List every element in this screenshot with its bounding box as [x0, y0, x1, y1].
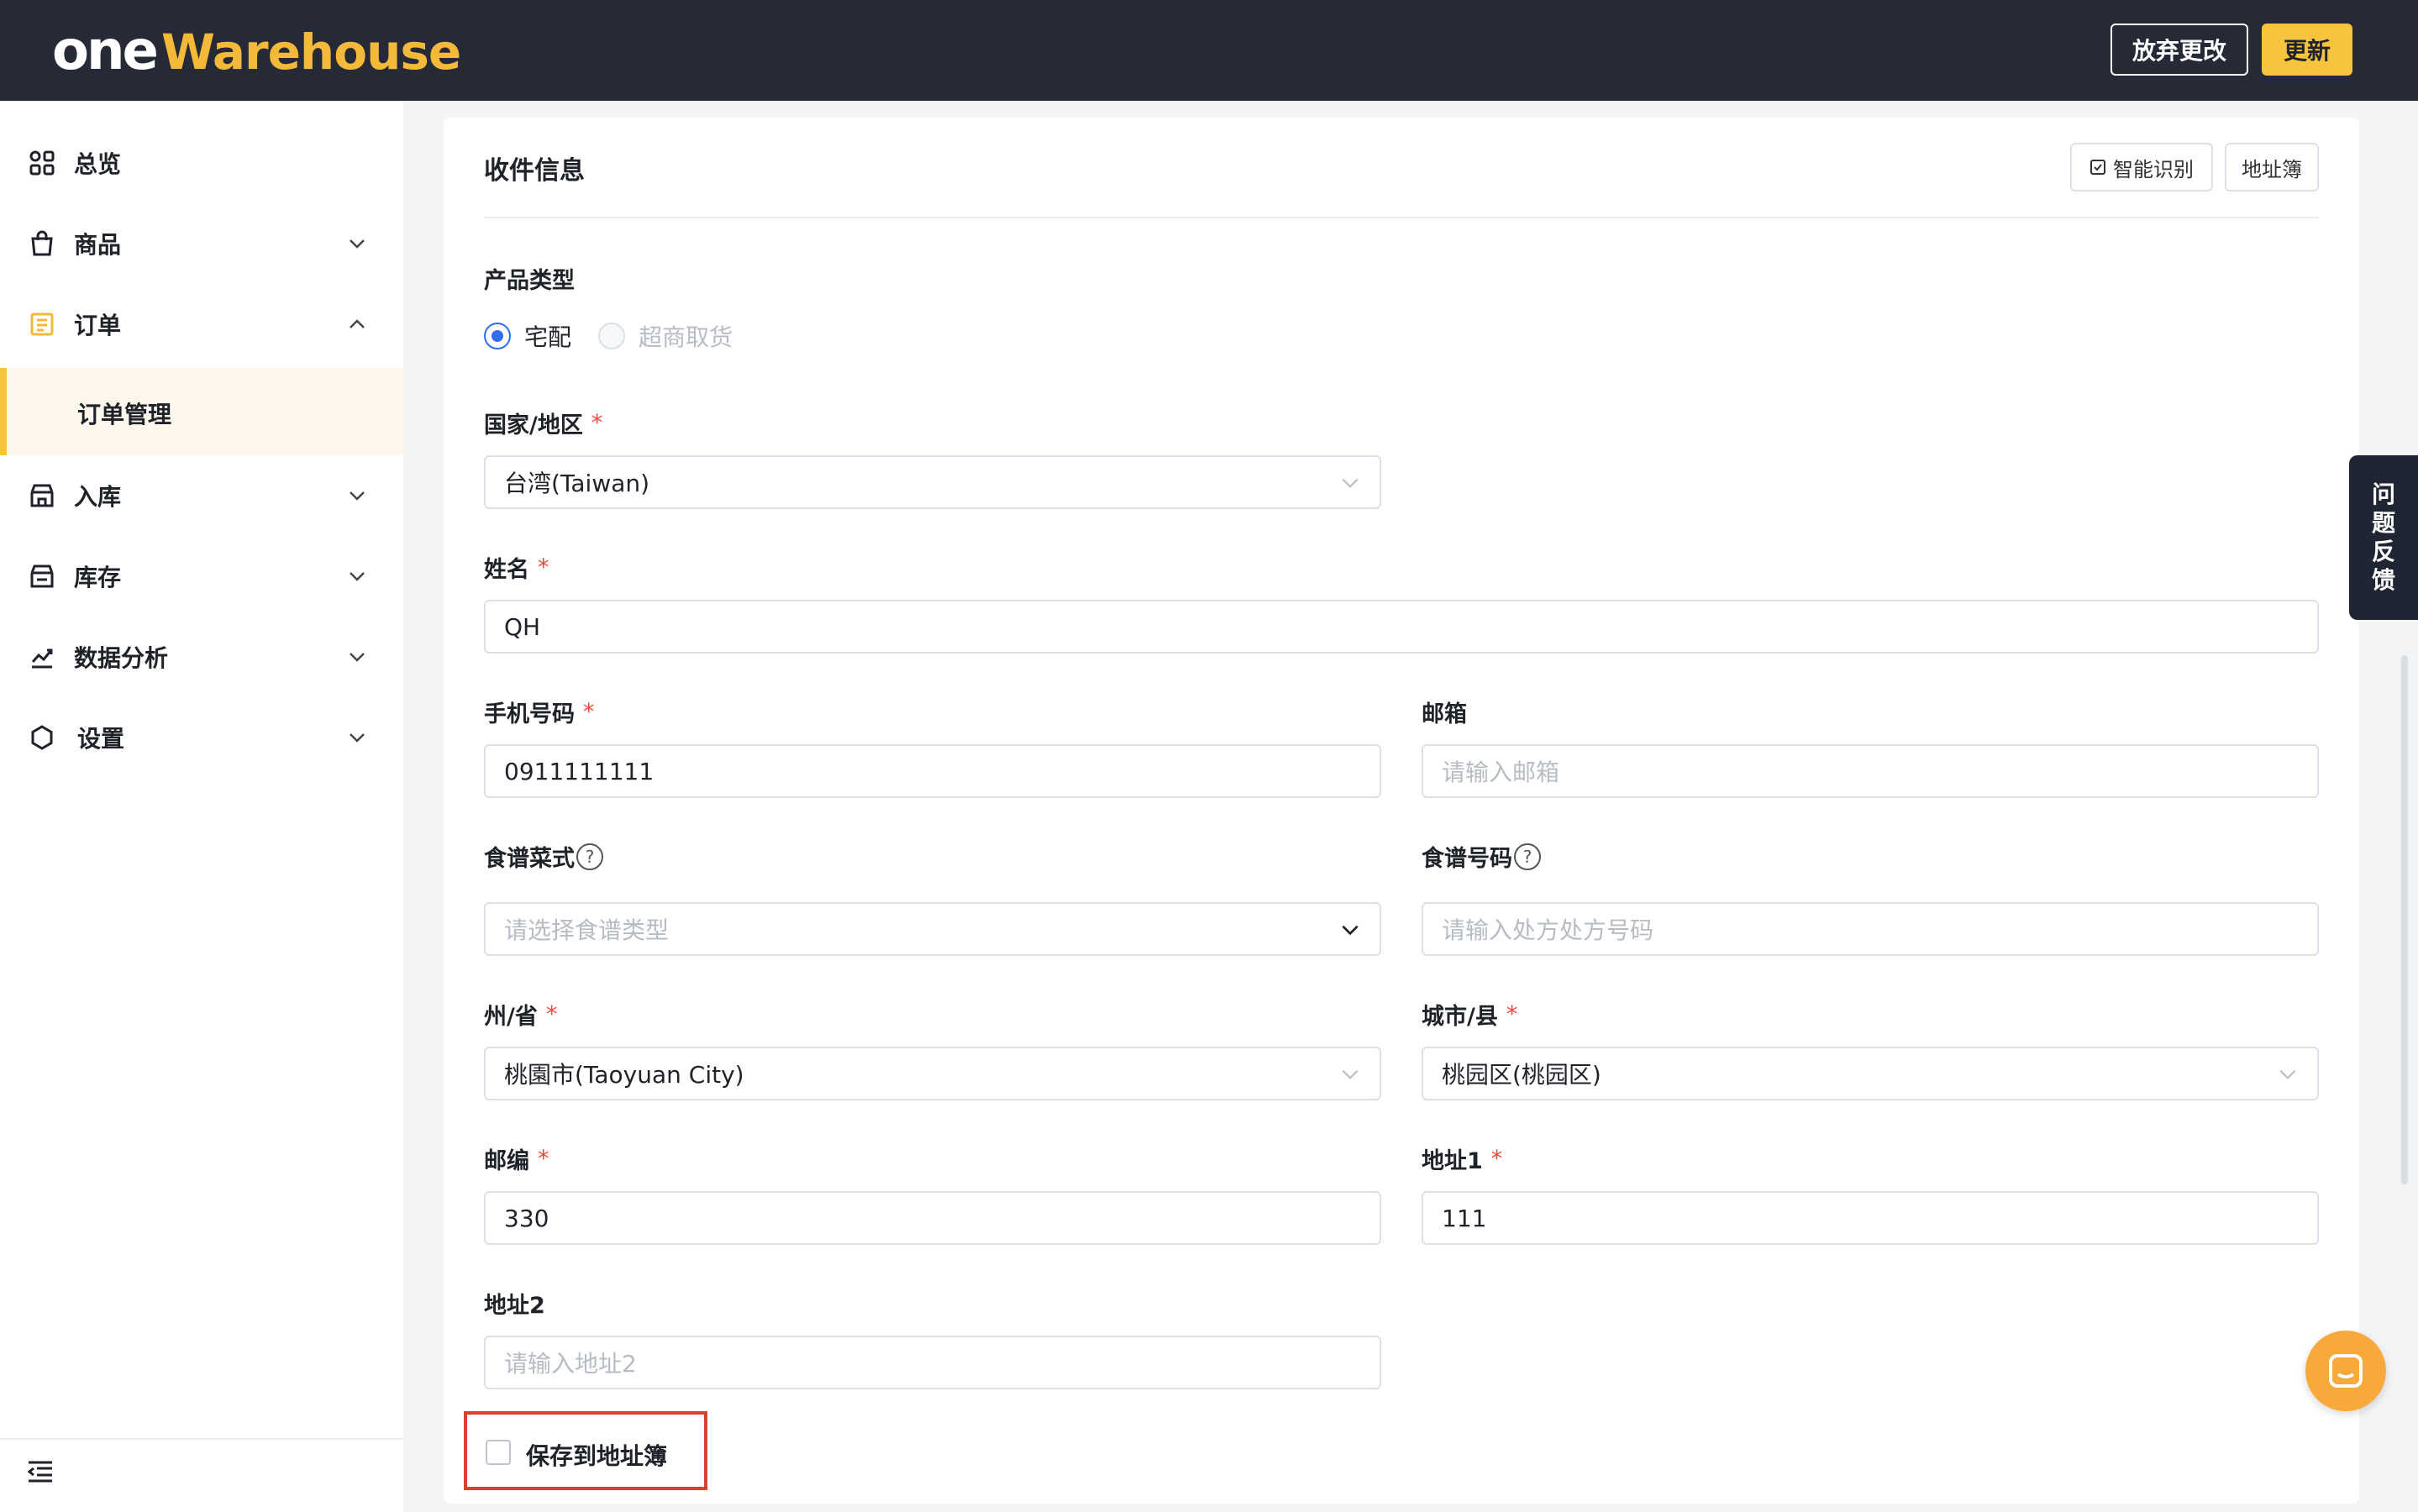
- help-icon[interactable]: ?: [1514, 843, 1541, 870]
- sidebar-item-label: 入库: [74, 483, 122, 511]
- city-select[interactable]: 桃园区(桃园区): [1422, 1047, 2319, 1100]
- order-icon: [27, 309, 57, 339]
- zip-input[interactable]: 330: [484, 1191, 1381, 1245]
- radio-store-label: 超商取货: [639, 323, 733, 351]
- logo-one: one: [52, 20, 159, 82]
- scrollbar[interactable]: [2401, 655, 2408, 1184]
- chat-icon: [2329, 1354, 2363, 1388]
- top-header: one Warehouse 放弃更改 更新: [0, 0, 2418, 101]
- sidebar: 总览 商品 订单 订单管理 入库 库存 数据分析 设置: [0, 101, 403, 1512]
- address2-label: 地址2: [484, 1293, 545, 1319]
- radio-home-delivery[interactable]: 宅配: [484, 319, 571, 353]
- sidebar-item-label: 数据分析: [74, 644, 169, 672]
- smart-recognize-button[interactable]: 智能识别: [2070, 143, 2213, 192]
- chevron-down-icon: [1342, 925, 1359, 936]
- shopping-bag-icon: [27, 228, 57, 259]
- radio-home-label: 宅配: [524, 323, 572, 351]
- email-input[interactable]: 请输入邮箱: [1422, 744, 2319, 798]
- phone-label: 手机号码 *: [484, 699, 595, 727]
- city-label: 城市/县 *: [1422, 1001, 1518, 1030]
- sidebar-item-settings[interactable]: 设置: [0, 697, 403, 778]
- checkbox-icon: [2090, 160, 2105, 175]
- sidebar-item-label: 总览: [74, 150, 122, 178]
- sidebar-item-label: 商品: [74, 231, 122, 259]
- sidebar-item-analytics[interactable]: 数据分析: [0, 617, 403, 697]
- header-divider: [484, 217, 2319, 218]
- settings-icon: [27, 722, 57, 753]
- inbound-icon: [27, 480, 57, 511]
- address1-input[interactable]: 111: [1422, 1191, 2319, 1245]
- chevron-down-icon: [344, 725, 370, 750]
- update-button[interactable]: 更新: [2262, 24, 2352, 76]
- warehouse-icon: [27, 561, 57, 591]
- sidebar-item-orders[interactable]: 订单: [0, 284, 403, 365]
- radio-unselected-icon: [598, 323, 625, 349]
- phone-input[interactable]: 0911111111: [484, 744, 1381, 798]
- address2-input[interactable]: 请输入地址2: [484, 1336, 1381, 1389]
- address-book-button[interactable]: 地址簿: [2225, 143, 2319, 192]
- save-to-address-book-label[interactable]: 保存到地址簿: [526, 1438, 667, 1472]
- dashboard-icon: [27, 148, 57, 178]
- collapse-menu-icon[interactable]: [25, 1457, 55, 1487]
- sidebar-item-inventory[interactable]: 库存: [0, 536, 403, 617]
- active-indicator: [0, 368, 7, 455]
- recipe-number-label: 食谱号码?: [1422, 840, 1541, 873]
- country-select[interactable]: 台湾(Taiwan): [484, 455, 1381, 509]
- sidebar-item-order-management[interactable]: 订单管理: [0, 368, 403, 455]
- name-input[interactable]: QH: [484, 600, 2319, 654]
- chevron-down-icon: [344, 231, 370, 256]
- discard-changes-button[interactable]: 放弃更改: [2110, 24, 2248, 76]
- feedback-tab[interactable]: 问 题 反 馈: [2349, 455, 2418, 620]
- chart-icon: [27, 642, 57, 672]
- sidebar-item-label: 设置: [77, 725, 125, 753]
- recipe-type-label: 食谱菜式?: [484, 840, 603, 873]
- save-to-address-book-checkbox[interactable]: [486, 1440, 511, 1465]
- chevron-down-icon: [344, 644, 370, 669]
- sidebar-item-label: 订单: [74, 312, 122, 339]
- logo: one Warehouse: [52, 20, 461, 82]
- radio-selected-icon: [484, 323, 511, 349]
- logo-warehouse: Warehouse: [160, 24, 461, 81]
- chevron-down-icon: [1342, 478, 1359, 488]
- help-icon[interactable]: ?: [576, 843, 603, 870]
- product-type-label: 产品类型: [484, 268, 575, 294]
- sidebar-item-label: 订单管理: [77, 401, 172, 428]
- recipient-info-card: 收件信息 智能识别 地址簿 产品类型 宅配 超商取货 国家/地区 * 台湾(Tai…: [444, 118, 2359, 1504]
- sidebar-item-overview[interactable]: 总览: [0, 123, 403, 203]
- radio-store-pickup[interactable]: 超商取货: [598, 319, 733, 353]
- chevron-down-icon: [344, 564, 370, 589]
- address1-label: 地址1 *: [1422, 1146, 1503, 1174]
- card-title: 收件信息: [484, 156, 585, 186]
- sidebar-item-products[interactable]: 商品: [0, 203, 403, 284]
- chevron-down-icon: [2279, 1069, 2296, 1079]
- sidebar-item-inbound[interactable]: 入库: [0, 455, 403, 536]
- sidebar-divider: [0, 1438, 403, 1440]
- smart-recognize-label: 智能识别: [2113, 157, 2194, 181]
- name-label: 姓名 *: [484, 554, 549, 583]
- chevron-up-icon: [344, 312, 370, 337]
- recipe-type-select[interactable]: 请选择食谱类型: [484, 902, 1381, 956]
- save-to-address-book-highlight: 保存到地址簿: [464, 1411, 707, 1490]
- zip-label: 邮编 *: [484, 1146, 549, 1174]
- state-label: 州/省 *: [484, 1001, 558, 1030]
- state-select[interactable]: 桃園市(Taoyuan City): [484, 1047, 1381, 1100]
- country-label: 国家/地区 *: [484, 410, 603, 438]
- chat-button[interactable]: [2305, 1331, 2386, 1411]
- chevron-down-icon: [344, 483, 370, 508]
- chevron-down-icon: [1342, 1069, 1359, 1079]
- sidebar-item-label: 库存: [74, 564, 122, 591]
- email-label: 邮箱: [1422, 701, 1467, 727]
- recipe-number-input[interactable]: 请输入处方处方号码: [1422, 902, 2319, 956]
